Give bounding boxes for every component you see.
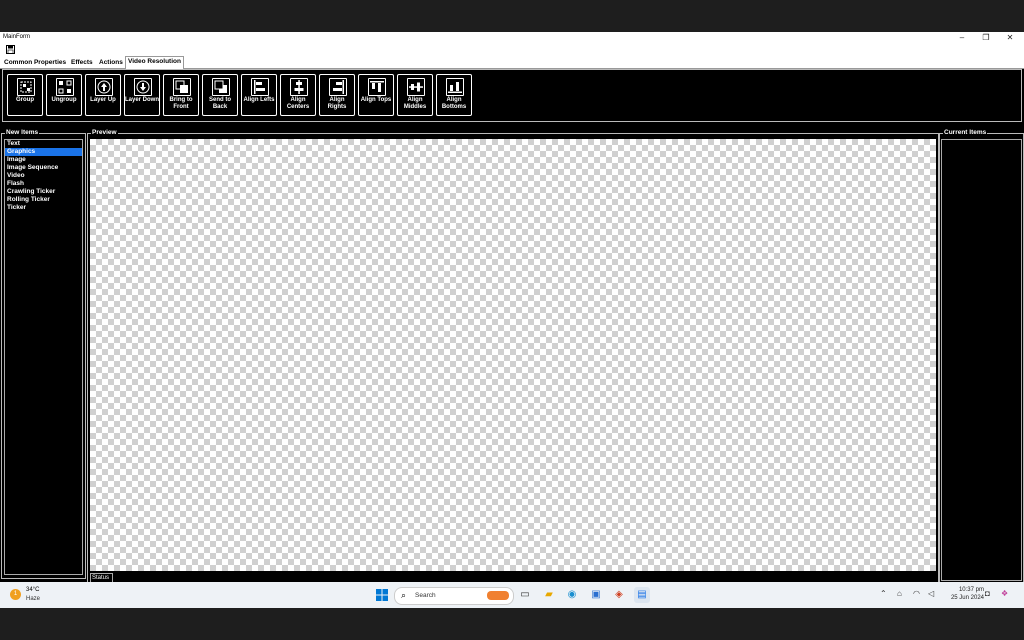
align-middles-button[interactable]: Align Middles — [397, 74, 433, 116]
clock-time: 10:37 pm — [958, 587, 984, 593]
layer-down-icon — [134, 78, 152, 96]
send-to-back-label: Send to Back — [209, 97, 231, 110]
send-to-back-button[interactable]: Send to Back — [202, 74, 238, 116]
tab-effects[interactable]: Effects — [69, 58, 95, 68]
save-icon[interactable] — [6, 45, 15, 54]
ungroup-button[interactable]: Ungroup — [46, 74, 82, 116]
align-lefts-label: Align Lefts — [243, 97, 275, 103]
search-highlight-icon — [487, 591, 509, 600]
edge-browser-icon[interactable]: ◉ — [564, 587, 580, 603]
system-clock[interactable]: 10:37 pm 25 Jun 2024 — [950, 586, 984, 602]
align-rights-label: Align Rights — [327, 97, 347, 110]
align-centers-button[interactable]: Align Centers — [280, 74, 316, 116]
task-view-icon[interactable]: ▭ — [517, 587, 533, 603]
align-rights-button[interactable]: Align Rights — [319, 74, 355, 116]
list-item-crawling-ticker[interactable]: Crawling Ticker — [5, 188, 82, 196]
align-middles-label: Align Middles — [403, 97, 427, 110]
send-to-back-icon — [212, 78, 230, 96]
tab-strip: Common Properties Effects Actions Video … — [0, 56, 1024, 69]
taskbar-search[interactable]: ⌕ Search — [394, 587, 514, 605]
align-bottoms-label: Align Bottoms — [441, 97, 467, 110]
show-hidden-icons-icon[interactable]: ⌃ — [880, 589, 887, 598]
toolbar-ribbon: Group Ungroup Layer Up Layer Down Bring … — [2, 69, 1022, 122]
new-items-list[interactable]: Text Graphics Image Image Sequence Video… — [4, 139, 83, 575]
list-item-image[interactable]: Image — [5, 156, 82, 164]
mainform-app-icon[interactable]: ▤ — [634, 587, 650, 603]
bring-to-front-icon — [173, 78, 191, 96]
weather-condition: Haze — [26, 596, 41, 602]
align-lefts-button[interactable]: Align Lefts — [241, 74, 277, 116]
main-window: MainForm – ❐ ✕ Common Properties Effects… — [0, 32, 1024, 583]
screen-letterbox-bottom — [0, 608, 1024, 640]
layer-up-icon — [95, 78, 113, 96]
app-icon[interactable]: ◈ — [611, 587, 627, 603]
weather-icon: 1 — [10, 589, 21, 600]
list-item-text[interactable]: Text — [5, 140, 82, 148]
layer-up-button[interactable]: Layer Up — [85, 74, 121, 116]
file-explorer-icon[interactable]: ▰ — [541, 587, 557, 603]
ungroup-icon — [56, 78, 74, 96]
search-icon: ⌕ — [401, 590, 407, 600]
restore-button[interactable]: ❐ — [975, 32, 997, 44]
volume-icon[interactable]: ◁ — [928, 589, 934, 598]
list-item-ticker[interactable]: Ticker — [5, 204, 82, 212]
align-bottoms-icon — [446, 78, 464, 96]
align-tops-icon — [368, 78, 386, 96]
new-items-title: New Items — [5, 129, 40, 137]
taskbar: 1 34°C Haze ⌕ Search ▭ ▰ ◉ ▣ ◈ ▤ ⌃ ⌂ ◠ ◁… — [0, 582, 1024, 608]
group-icon — [17, 78, 35, 96]
bring-to-front-button[interactable]: Bring to Front — [163, 74, 199, 116]
list-item-image-sequence[interactable]: Image Sequence — [5, 164, 82, 172]
layer-up-label: Layer Up — [90, 97, 116, 103]
new-items-panel: New Items Text Graphics Image Image Sequ… — [1, 129, 86, 579]
list-item-flash[interactable]: Flash — [5, 180, 82, 188]
windows-start-icon[interactable] — [374, 587, 390, 603]
group-label: Group — [16, 97, 34, 103]
group-button[interactable]: Group — [7, 74, 43, 116]
ungroup-label: Ungroup — [51, 97, 77, 103]
current-items-panel: Current Items — [939, 129, 1024, 583]
list-item-rolling-ticker[interactable]: Rolling Ticker — [5, 196, 82, 204]
align-middles-icon — [407, 78, 425, 96]
align-centers-label: Align Centers — [286, 97, 310, 110]
window-title: MainForm — [3, 34, 31, 40]
tab-common-properties[interactable]: Common Properties — [2, 58, 68, 68]
title-bar: MainForm – ❐ ✕ — [0, 32, 1024, 44]
network-icon[interactable]: ⌂ — [897, 589, 902, 598]
wifi-icon[interactable]: ◠ — [913, 589, 920, 598]
weather-widget[interactable]: 1 34°C Haze — [8, 586, 48, 604]
notification-icon[interactable]: ◘ — [985, 589, 990, 598]
align-centers-icon — [290, 78, 308, 96]
layer-down-label: Layer Down — [125, 97, 160, 103]
list-item-video[interactable]: Video — [5, 172, 82, 180]
copilot-icon[interactable]: ❖ — [1001, 589, 1008, 598]
bring-to-front-label: Bring to Front — [169, 97, 193, 110]
search-placeholder: Search — [415, 592, 436, 599]
close-button[interactable]: ✕ — [999, 32, 1021, 44]
tab-actions[interactable]: Actions — [97, 58, 125, 68]
weather-temp: 34°C — [26, 587, 40, 593]
align-rights-icon — [329, 78, 347, 96]
minimize-button[interactable]: – — [951, 32, 973, 44]
current-items-list[interactable] — [941, 139, 1022, 581]
list-item-graphics[interactable]: Graphics — [5, 148, 82, 156]
align-bottoms-button[interactable]: Align Bottoms — [436, 74, 472, 116]
store-icon[interactable]: ▣ — [588, 587, 604, 603]
align-tops-label: Align Tops — [360, 97, 392, 103]
tab-video-resolution[interactable]: Video Resolution — [125, 56, 184, 69]
align-lefts-icon — [251, 78, 269, 96]
screen-letterbox-top — [0, 0, 1024, 32]
current-items-title: Current Items — [943, 129, 988, 137]
layer-down-button[interactable]: Layer Down — [124, 74, 160, 116]
align-tops-button[interactable]: Align Tops — [358, 74, 394, 116]
preview-panel: Preview Status — [87, 129, 939, 583]
clock-date: 25 Jun 2024 — [950, 595, 984, 601]
preview-title: Preview — [91, 129, 118, 137]
preview-canvas[interactable] — [90, 139, 936, 571]
